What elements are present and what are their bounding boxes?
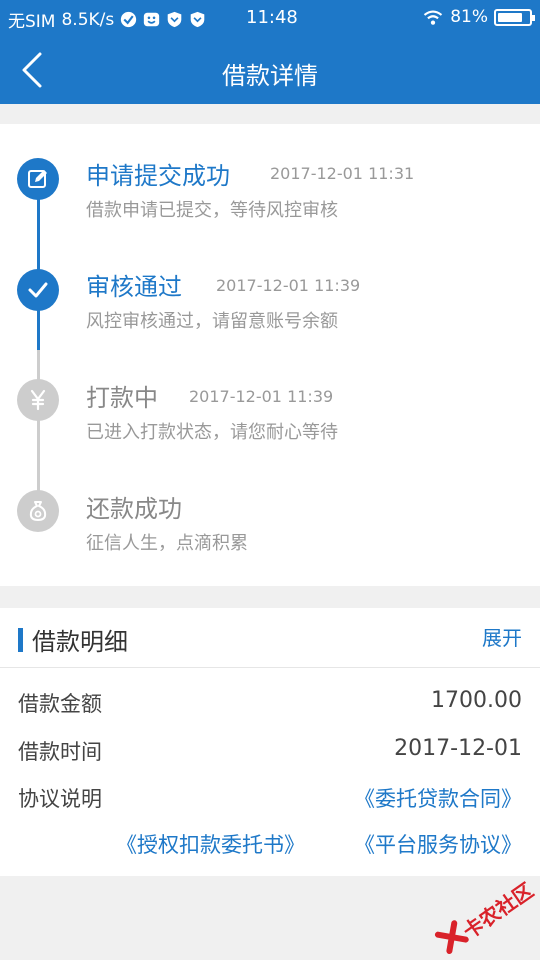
step-time: 2017-12-01 11:39 [216,276,361,295]
step-node-submitted [17,158,59,200]
wifi-icon [424,9,443,25]
kanong-watermark: 卡农社区 [427,867,540,960]
platform-agreement-link[interactable]: 《平台服务协议》 [354,829,522,859]
yen-icon [30,389,46,411]
timeline-connector [37,308,40,350]
step-title: 申请提交成功 [86,162,230,190]
check-circle-icon [121,11,137,28]
bear-app-icon [144,12,160,27]
shield-icon [190,11,205,28]
status-right: 81% [422,7,535,27]
watermark-text: 卡农社区 [458,878,538,944]
expand-button[interactable]: 展开 [482,622,522,651]
loan-detail-card: 借款明细 展开 借款金额 1700.00 借款时间 2017-12-01 协议说… [0,608,540,876]
authorization-link[interactable]: 《授权扣款委托书》 [116,829,305,859]
step-desc: 借款申请已提交，等待风控审核 [86,200,338,221]
page-title: 借款详情 [222,62,318,90]
network-speed: 8.5K/s [61,9,115,30]
check-icon [28,282,48,298]
step-node-repaid [17,490,59,532]
loan-time-value: 2017-12-01 [394,736,522,761]
money-bag-icon [29,501,47,521]
loan-amount-value: 1700.00 [431,688,522,713]
battery-icon [494,8,535,26]
step-title: 审核通过 [86,273,182,301]
clock: 11:48 [246,7,298,28]
status-bar: 无SIM 8.5K/s 11:48 81% [0,0,540,36]
step-node-disbursing [17,379,59,421]
battery-level [498,12,523,22]
shield-icon [167,11,182,28]
app-bar: 借款详情 [0,36,540,104]
step-time: 2017-12-01 11:31 [270,164,415,183]
loan-contract-link[interactable]: 《委托贷款合同》 [354,783,522,813]
section-title: 借款明细 [32,628,128,656]
step-desc: 已进入打款状态，请您耐心等待 [86,422,338,443]
step-desc: 风控审核通过，请留意账号余额 [86,311,338,332]
edit-icon [28,170,47,188]
loan-timeline: 申请提交成功 2017-12-01 11:31 借款申请已提交，等待风控审核 审… [0,124,540,586]
loan-time-label: 借款时间 [18,740,102,764]
step-node-approved [17,269,59,311]
step-title: 还款成功 [86,495,182,523]
loan-amount-label: 借款金额 [18,692,102,716]
status-left: 无SIM 8.5K/s [8,7,206,32]
section-header: 借款明细 展开 [0,608,540,668]
battery-percent: 81% [450,7,488,27]
carrier-label: 无SIM [8,12,56,32]
section-accent-bar [18,628,23,652]
agreement-label: 协议说明 [18,787,102,811]
step-title: 打款中 [86,384,158,412]
step-time: 2017-12-01 11:39 [189,387,334,406]
step-desc: 征信人生，点滴积累 [86,533,248,554]
